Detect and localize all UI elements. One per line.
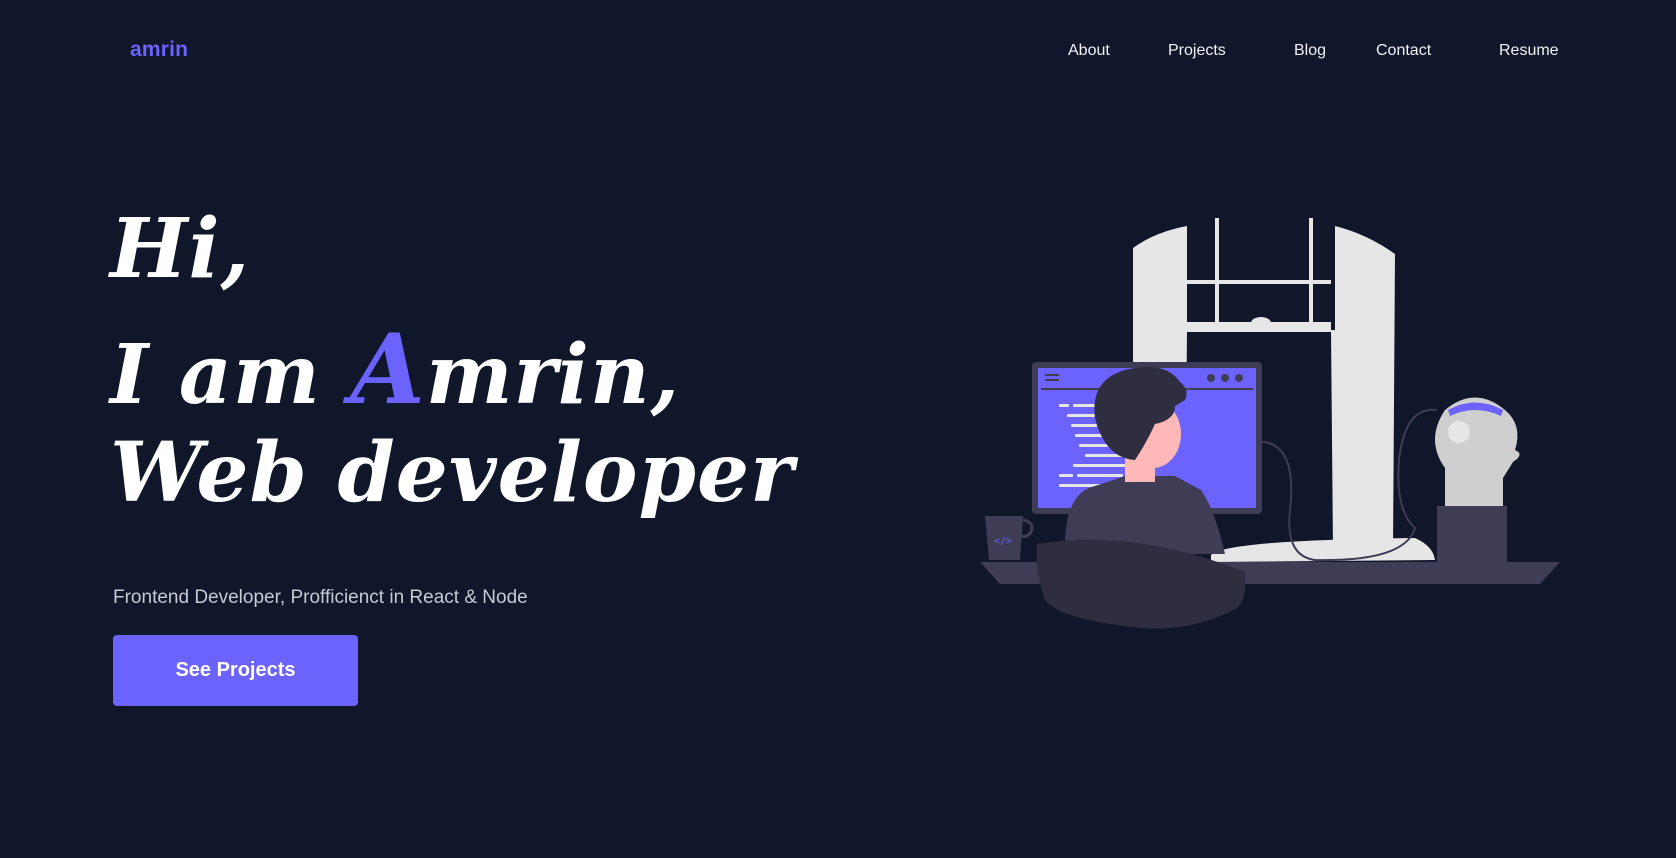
hero-intro: I am Amrin,: [110, 322, 680, 418]
hero-accent-letter: A: [350, 313, 426, 426]
coffee-mug-illustration: </>: [985, 516, 1034, 560]
hero-role: Web developer: [110, 425, 795, 521]
landing-page: amrin About Projects Blog Contact Resume…: [0, 0, 1676, 858]
nav-link-projects[interactable]: Projects: [1168, 42, 1226, 60]
see-projects-button[interactable]: See Projects: [113, 635, 358, 706]
developer-at-desk-illustration: </>: [980, 218, 1560, 629]
hero-intro-prefix: I am: [110, 327, 351, 423]
code-brackets-icon: </>: [994, 536, 1012, 547]
nav-link-resume[interactable]: Resume: [1499, 42, 1559, 60]
hero-subtitle: Frontend Developer, Profficienct in Reac…: [113, 587, 528, 608]
nav-link-contact[interactable]: Contact: [1376, 42, 1431, 60]
nav-link-about[interactable]: About: [1068, 42, 1110, 60]
site-logo[interactable]: amrin: [130, 38, 188, 62]
hero-greeting: Hi,: [110, 201, 251, 297]
nav-link-blog[interactable]: Blog: [1294, 42, 1326, 60]
hero-intro-suffix: mrin,: [425, 327, 681, 423]
